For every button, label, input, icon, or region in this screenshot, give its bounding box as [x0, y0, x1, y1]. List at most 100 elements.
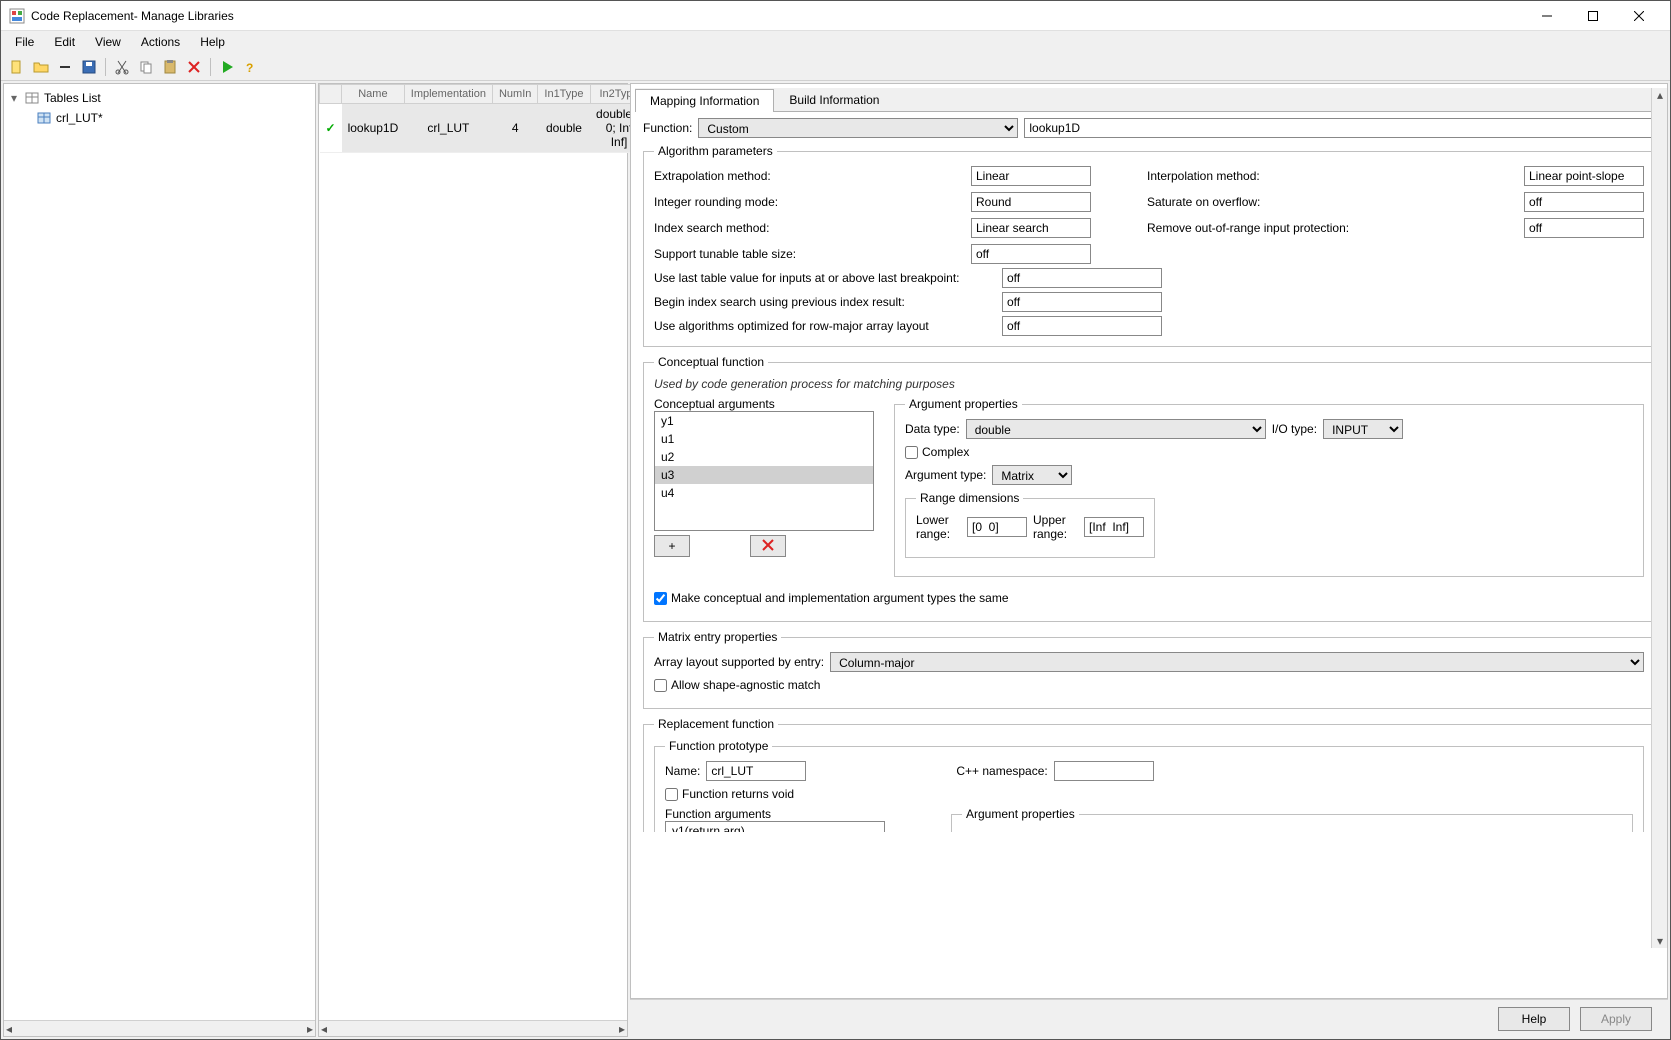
argprops2-legend: Argument properties [962, 807, 1079, 821]
collapse-icon[interactable]: ▾ [8, 91, 20, 105]
col-impl[interactable]: Implementation [404, 85, 492, 104]
extrap-label: Extrapolation method: [654, 169, 963, 183]
extrap-input[interactable] [971, 166, 1091, 186]
concept-args-list[interactable]: y1 u1 u2 u3 u4 [654, 411, 874, 531]
same-types-checkbox[interactable] [654, 592, 667, 605]
arg-u4[interactable]: u4 [655, 484, 873, 502]
function-select[interactable]: Custom [698, 118, 1018, 138]
entries-panel: Name Implementation NumIn In1Type In2Typ… [318, 83, 628, 1037]
check-icon: ✓ [320, 104, 342, 153]
function-name-input[interactable] [1024, 118, 1655, 138]
removeoor-input[interactable] [1524, 218, 1644, 238]
shape-checkbox[interactable] [654, 679, 667, 692]
tree-item-crl-lut[interactable]: crl_LUT* [4, 108, 315, 128]
dtype-label: Data type: [905, 422, 960, 436]
func-args-list[interactable]: y1(return arg) u1 u2 u3 u4 [665, 821, 885, 832]
copy-icon[interactable] [136, 57, 156, 77]
open-folder-icon[interactable] [31, 57, 51, 77]
void-checkbox[interactable] [665, 788, 678, 801]
tree-root[interactable]: ▾ Tables List [4, 88, 315, 108]
sat-input[interactable] [1524, 192, 1644, 212]
maximize-button[interactable] [1570, 1, 1616, 31]
upper-label: Upper range: [1033, 513, 1078, 541]
entries-table: Name Implementation NumIn In1Type In2Typ… [319, 84, 649, 153]
iotype-label: I/O type: [1272, 422, 1317, 436]
interp-input[interactable] [1524, 166, 1644, 186]
svg-text:?: ? [246, 61, 253, 75]
farg-y1[interactable]: y1(return arg) [666, 822, 884, 832]
removeoor-label: Remove out-of-range input protection: [1147, 221, 1516, 235]
arg-u1[interactable]: u1 [655, 430, 873, 448]
arg-u2[interactable]: u2 [655, 448, 873, 466]
menu-help[interactable]: Help [190, 33, 235, 51]
rowmajor-input[interactable] [1002, 316, 1162, 336]
cut-icon[interactable] [112, 57, 132, 77]
menu-view[interactable]: View [85, 33, 131, 51]
algo-legend: Algorithm parameters [654, 144, 777, 158]
conceptual-legend: Conceptual function [654, 355, 768, 369]
col-numin[interactable]: NumIn [492, 85, 537, 104]
proto-name-input[interactable] [706, 761, 806, 781]
argtype-select[interactable]: Matrix [992, 465, 1072, 485]
beginidx-input[interactable] [1002, 292, 1162, 312]
remove-icon[interactable] [55, 57, 75, 77]
tab-mapping[interactable]: Mapping Information [635, 89, 774, 112]
tree-item-label: crl_LUT* [56, 111, 103, 125]
title-bar: Code Replacement- Manage Libraries [1, 1, 1670, 31]
proto-legend: Function prototype [665, 739, 772, 753]
new-file-icon[interactable] [7, 57, 27, 77]
upper-input[interactable] [1084, 517, 1144, 537]
function-label: Function: [643, 121, 692, 135]
layout-select[interactable]: Column-major [830, 652, 1644, 672]
help-button[interactable]: Help [1498, 1007, 1570, 1031]
beginidx-label: Begin index search using previous index … [654, 295, 994, 309]
sat-label: Saturate on overflow: [1147, 195, 1516, 209]
proto-name-label: Name: [665, 764, 700, 778]
menu-actions[interactable]: Actions [131, 33, 190, 51]
menu-edit[interactable]: Edit [44, 33, 85, 51]
detail-panel: Mapping Information Build Information Fu… [630, 83, 1668, 1037]
apply-button[interactable]: Apply [1580, 1007, 1652, 1031]
minimize-button[interactable] [1524, 1, 1570, 31]
col-in1[interactable]: In1Type [538, 85, 590, 104]
add-arg-button[interactable]: + [654, 535, 690, 557]
mid-hscroll[interactable]: ◂▸ [319, 1020, 627, 1036]
intround-input[interactable] [971, 192, 1091, 212]
left-hscroll[interactable]: ◂▸ [4, 1020, 315, 1036]
complex-checkbox[interactable] [905, 446, 918, 459]
tunable-label: Support tunable table size: [654, 247, 963, 261]
table-row[interactable]: ✓ lookup1D crl_LUT 4 double double[0 0; … [320, 104, 649, 153]
tree-root-label: Tables List [44, 91, 101, 105]
cell-impl: crl_LUT [404, 104, 492, 153]
idxsearch-input[interactable] [971, 218, 1091, 238]
tables-list-icon [24, 90, 40, 106]
arg-u3[interactable]: u3 [655, 466, 873, 484]
right-vscroll[interactable]: ▴ ▾ [1651, 88, 1667, 948]
help-icon[interactable]: ? [241, 57, 261, 77]
menu-file[interactable]: File [5, 33, 44, 51]
conceptual-note: Used by code generation process for matc… [654, 377, 1644, 391]
arg-y1[interactable]: y1 [655, 412, 873, 430]
delete-icon[interactable] [184, 57, 204, 77]
matrix-fieldset: Matrix entry properties Array layout sup… [643, 630, 1655, 709]
scroll-down-icon[interactable]: ▾ [1652, 934, 1668, 948]
algo-fieldset: Algorithm parameters Extrapolation metho… [643, 144, 1655, 347]
run-icon[interactable] [217, 57, 237, 77]
paste-icon[interactable] [160, 57, 180, 77]
iotype-select[interactable]: INPUT [1323, 419, 1403, 439]
interp-label: Interpolation method: [1147, 169, 1516, 183]
close-button[interactable] [1616, 1, 1662, 31]
col-name[interactable]: Name [342, 85, 405, 104]
tunable-input[interactable] [971, 244, 1091, 264]
col-check [320, 85, 342, 104]
dtype-select[interactable]: double [966, 419, 1266, 439]
save-icon[interactable] [79, 57, 99, 77]
lasttable-input[interactable] [1002, 268, 1162, 288]
ns-input[interactable] [1054, 761, 1154, 781]
scroll-up-icon[interactable]: ▴ [1652, 88, 1668, 102]
fargs-label: Function arguments [665, 807, 771, 821]
tab-build[interactable]: Build Information [774, 88, 894, 111]
remove-arg-button[interactable] [750, 535, 786, 557]
layout-label: Array layout supported by entry: [654, 655, 824, 669]
lower-input[interactable] [967, 517, 1027, 537]
